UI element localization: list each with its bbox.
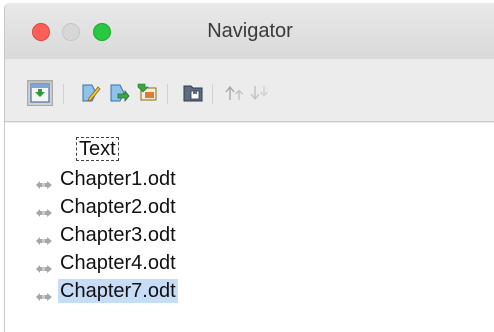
- linked-document-icon: [35, 202, 53, 225]
- linked-document-icon: [35, 230, 53, 253]
- tree-item-label: Chapter4.odt: [60, 252, 176, 274]
- tree-item-label: Chapter2.odt: [60, 196, 176, 218]
- toggle-master-view-button[interactable]: [27, 80, 53, 106]
- tree-root-text[interactable]: Text: [76, 137, 119, 161]
- move-down-icon: [249, 82, 271, 104]
- edit-button[interactable]: [78, 80, 104, 106]
- navigator-window: Navigator Text Chapter1.odt Chapter2.odt…: [4, 3, 494, 332]
- move-up-icon: [224, 82, 246, 104]
- navigator-content-panel: Text Chapter1.odt Chapter2.odt Chapter3.…: [5, 123, 494, 332]
- update-icon: [108, 82, 130, 104]
- linked-document-icon: [35, 174, 53, 197]
- toolbar-separator: [167, 84, 168, 104]
- navigator-toolbar: [5, 59, 494, 122]
- save-contents-button[interactable]: [180, 80, 206, 106]
- insert-button[interactable]: [134, 80, 160, 106]
- toolbar-separator: [212, 84, 213, 104]
- update-button[interactable]: [106, 80, 132, 106]
- linked-document-icon: [35, 286, 53, 309]
- save-contents-icon: [182, 82, 204, 104]
- insert-icon: [136, 82, 158, 104]
- edit-icon: [80, 82, 102, 104]
- toggle-master-view-icon: [30, 83, 50, 103]
- move-down-button[interactable]: [247, 80, 273, 106]
- tree-item-label: Chapter1.odt: [60, 168, 176, 190]
- tree-item-label: Chapter3.odt: [60, 224, 176, 246]
- move-up-button[interactable]: [222, 80, 248, 106]
- tree-item-label-selected: Chapter7.odt: [58, 279, 178, 303]
- toolbar-separator: [63, 84, 64, 104]
- title-bar: Navigator: [5, 3, 494, 59]
- window-title: Navigator: [207, 20, 293, 42]
- linked-document-icon: [35, 258, 53, 281]
